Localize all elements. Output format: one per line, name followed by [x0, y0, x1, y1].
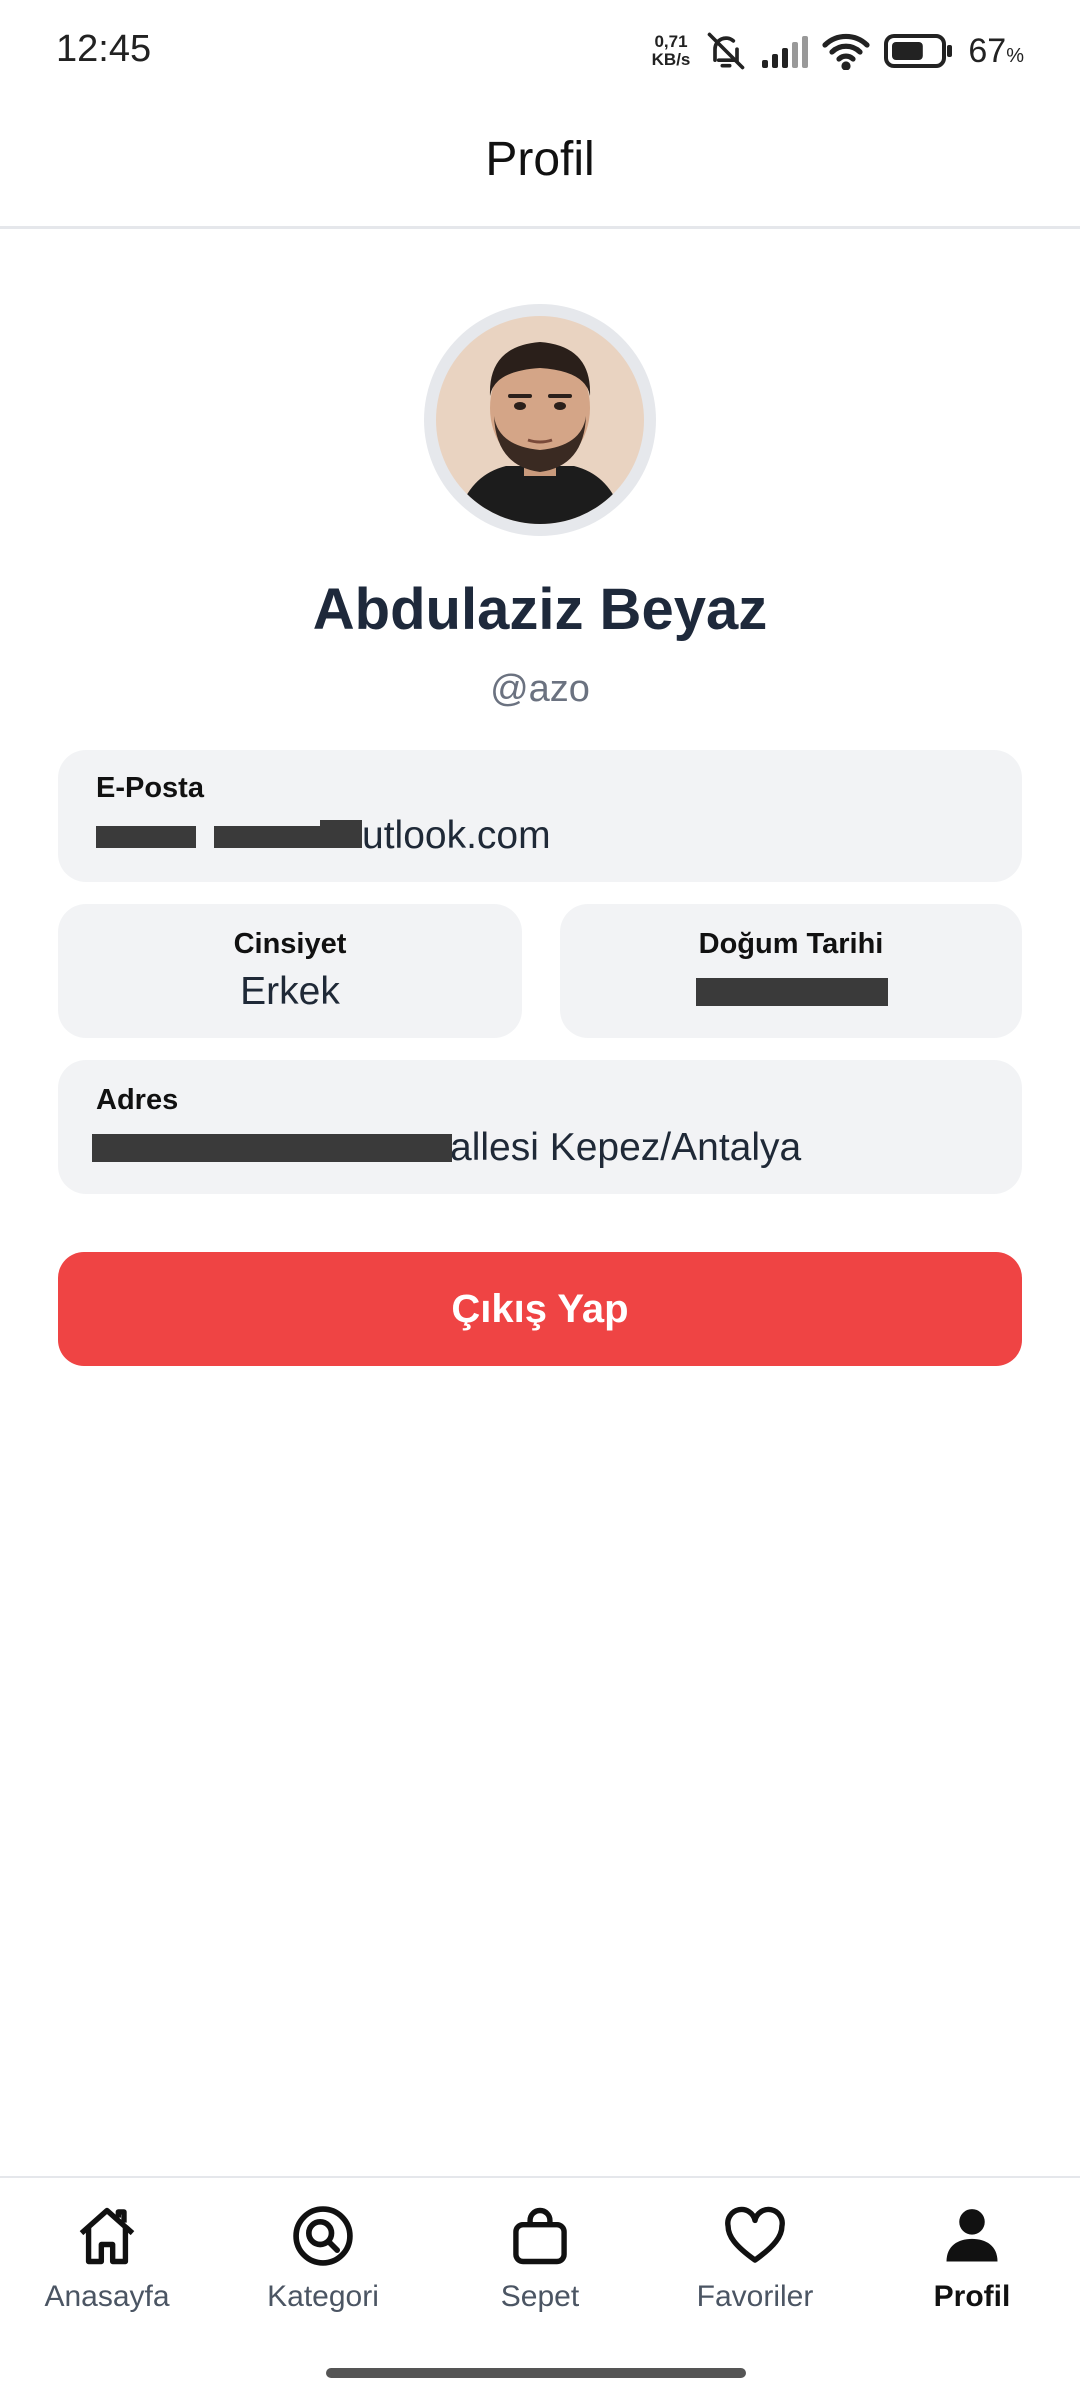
bag-icon: [513, 2207, 567, 2265]
heart-icon: [725, 2206, 785, 2263]
status-bar: 12:45 0,71 KB/s 67%: [0, 0, 1080, 100]
redaction-bar: [92, 1134, 452, 1162]
email-card: E-Posta utlook.com: [58, 750, 1022, 882]
nav-label-category: Kategori: [267, 2280, 379, 2313]
status-time: 12:45: [56, 28, 152, 70]
profile-name: Abdulaziz Beyaz: [312, 577, 768, 642]
nav-item-category[interactable]: Kategori: [233, 2202, 413, 2314]
nav-item-favorites[interactable]: Favoriler: [665, 2202, 845, 2314]
gender-label: Cinsiyet: [233, 928, 347, 960]
birth-date-card: Doğum Tarihi: [560, 904, 1022, 1038]
nav-item-cart[interactable]: Sepet: [450, 2202, 630, 2314]
network-speed-unit: KB/s: [651, 50, 691, 69]
network-speed: 0,71 KB/s: [652, 33, 691, 69]
logout-button[interactable]: Çıkış Yap: [58, 1252, 1022, 1366]
battery-icon: [884, 34, 953, 68]
status-icons: 0,71 KB/s 67%: [652, 26, 1024, 76]
page-title: Profil: [485, 133, 595, 186]
signal-icon: [762, 36, 809, 68]
nav-label-favorites: Favoriler: [696, 2280, 814, 2313]
nav-item-profile[interactable]: Profil: [882, 2202, 1062, 2314]
wifi-icon: [822, 33, 870, 70]
battery-percent: 67%: [968, 31, 1024, 70]
nav-label-home: Anasayfa: [44, 2280, 170, 2313]
address-card: Adres allesi Kepez/Antalya: [58, 1060, 1022, 1194]
network-speed-value: 0,71: [654, 32, 688, 51]
nav-item-home[interactable]: Anasayfa: [17, 2202, 197, 2314]
redaction-bar: [320, 820, 362, 848]
email-label: E-Posta: [96, 772, 204, 804]
mute-bell-icon: [708, 32, 745, 70]
redaction-bar: [96, 826, 196, 848]
gender-card: Cinsiyet Erkek: [58, 904, 522, 1038]
home-indicator[interactable]: [326, 2368, 746, 2378]
nav-label-cart: Sepet: [500, 2280, 580, 2313]
redaction-bar: [696, 978, 888, 1006]
nav-label-profile: Profil: [933, 2280, 1011, 2313]
address-label: Adres: [96, 1084, 179, 1116]
search-icon: [293, 2206, 353, 2266]
profile-username: @azo: [490, 668, 590, 710]
avatar-photo: [436, 316, 644, 524]
app-header: Profil: [0, 100, 1080, 229]
avatar[interactable]: [436, 316, 644, 524]
user-icon: [946, 2209, 998, 2262]
address-value: allesi Kepez/Antalya: [450, 1126, 802, 1169]
gender-value: Erkek: [240, 970, 340, 1013]
redaction-bar: [214, 826, 324, 848]
email-value: utlook.com: [362, 814, 551, 857]
birth-date-label: Doğum Tarihi: [698, 928, 884, 960]
home-icon: [79, 2207, 135, 2265]
